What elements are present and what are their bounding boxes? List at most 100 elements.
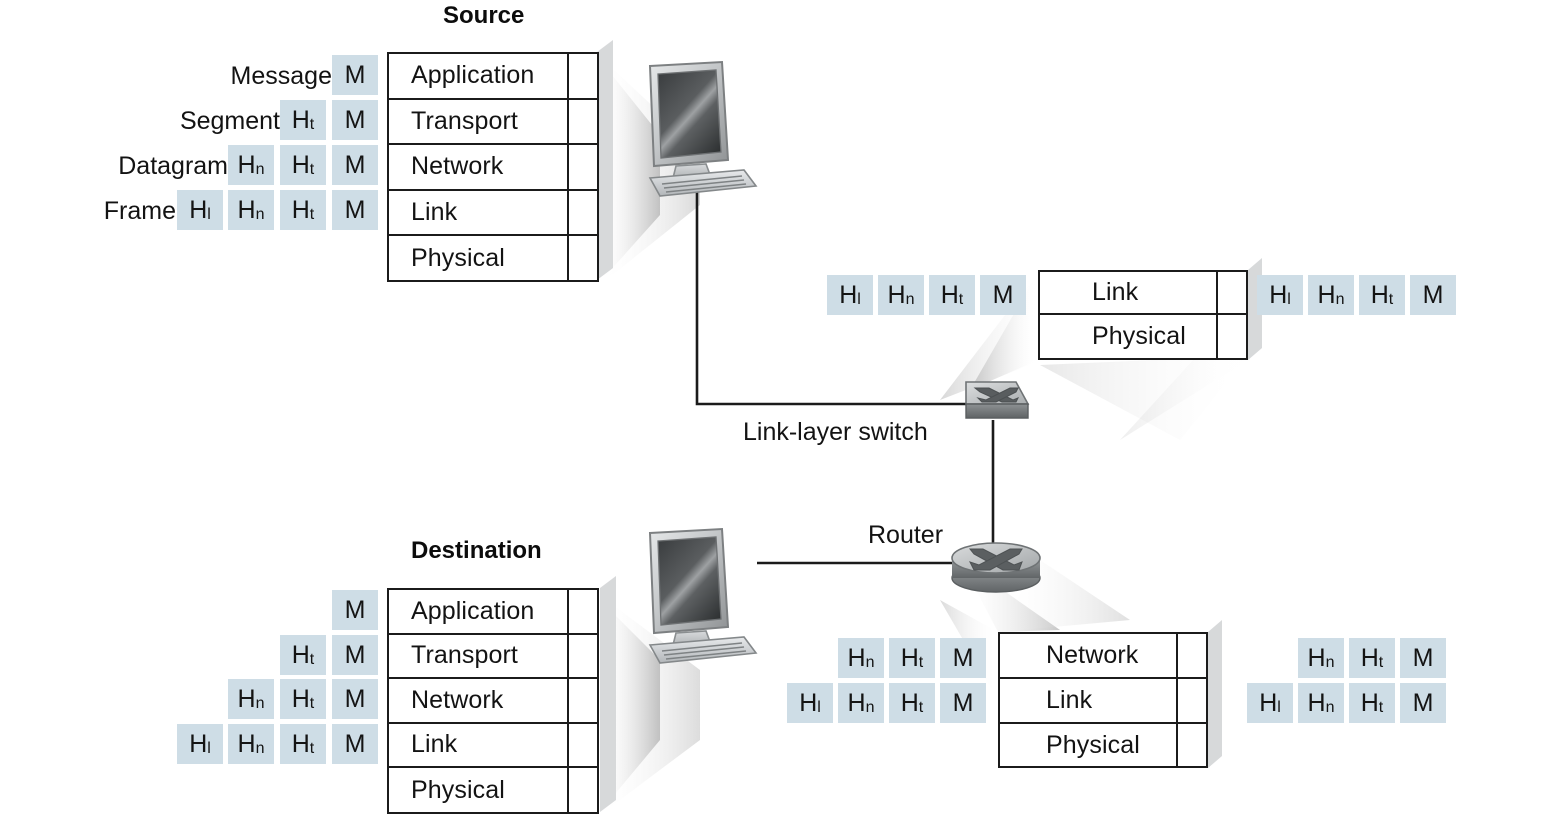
chip-subscript: t bbox=[309, 206, 315, 223]
chip-dest-frame-m: M bbox=[332, 724, 378, 764]
chip-subscript: l bbox=[1287, 291, 1291, 308]
chip-subscript: t bbox=[958, 291, 964, 308]
layer-label: Link bbox=[1092, 278, 1139, 306]
chip-datagram-ht: Ht bbox=[280, 145, 326, 185]
chip-switch-in-hn: Hn bbox=[878, 275, 924, 315]
chip-glyph: H bbox=[1269, 280, 1288, 309]
source-protocol-stack: Application Transport Network Link Physi… bbox=[387, 52, 599, 282]
chip-dest-datagram-m: M bbox=[332, 679, 378, 719]
chip-frame-hl: Hl bbox=[177, 190, 223, 230]
chip-subscript: n bbox=[255, 740, 265, 757]
chip-glyph: H bbox=[1259, 688, 1278, 717]
chip-glyph: H bbox=[291, 684, 310, 713]
pdu-name-segment: Segment bbox=[179, 107, 280, 135]
destination-stack-title: Destination bbox=[411, 537, 542, 564]
chip-dest-message-m: M bbox=[332, 590, 378, 630]
router-label: Router bbox=[868, 521, 944, 549]
chip-glyph: M bbox=[1422, 280, 1444, 309]
chip-switch-in-hl: Hl bbox=[827, 275, 873, 315]
chip-dest-segment-ht: Ht bbox=[280, 635, 326, 675]
stack-row-link[interactable]: Link bbox=[389, 191, 597, 236]
chip-dest-frame-hl: Hl bbox=[177, 724, 223, 764]
stack-row-link[interactable]: Link bbox=[1040, 272, 1246, 315]
chip-switch-in-ht: Ht bbox=[929, 275, 975, 315]
chip-glyph: M bbox=[344, 729, 366, 758]
chip-subscript: t bbox=[918, 699, 924, 716]
chip-subscript: n bbox=[255, 695, 265, 712]
chip-subscript: t bbox=[309, 695, 315, 712]
chip-segment-m: M bbox=[332, 100, 378, 140]
stack-row-physical[interactable]: Physical bbox=[1000, 724, 1206, 766]
chip-glyph: M bbox=[344, 684, 366, 713]
chip-subscript: t bbox=[918, 654, 924, 671]
chip-glyph: M bbox=[344, 595, 366, 624]
router-icon bbox=[951, 542, 1041, 593]
chip-message-m: M bbox=[332, 55, 378, 95]
chip-subscript: l bbox=[1277, 699, 1281, 716]
chip-dest-datagram-ht: Ht bbox=[280, 679, 326, 719]
chip-glyph: H bbox=[847, 643, 866, 672]
pdu-name-frame: Frame bbox=[103, 197, 176, 225]
physical-wires bbox=[695, 176, 995, 565]
chip-subscript: n bbox=[865, 699, 875, 716]
chip-router-out-fr-hn: Hn bbox=[1298, 683, 1344, 723]
chip-subscript: t bbox=[309, 651, 315, 668]
chip-glyph: H bbox=[237, 150, 256, 179]
stack-row-application[interactable]: Application bbox=[389, 54, 597, 100]
chip-glyph: H bbox=[291, 640, 310, 669]
layer-label: Network bbox=[1046, 641, 1139, 669]
layer-label: Application bbox=[411, 596, 535, 625]
chip-dest-frame-ht: Ht bbox=[280, 724, 326, 764]
chip-segment-ht: Ht bbox=[280, 100, 326, 140]
chip-router-in-fr-hl: Hl bbox=[787, 683, 833, 723]
chip-glyph: H bbox=[291, 105, 310, 134]
chip-router-in-dg-hn: Hn bbox=[838, 638, 884, 678]
layer-label: Physical bbox=[1092, 322, 1186, 350]
chip-subscript: l bbox=[207, 740, 211, 757]
destination-host-computer-icon bbox=[648, 527, 758, 664]
chip-subscript: l bbox=[817, 699, 821, 716]
stack-row-network[interactable]: Network bbox=[389, 679, 597, 724]
chip-subscript: n bbox=[255, 206, 265, 223]
chip-glyph: H bbox=[189, 195, 208, 224]
stack-row-transport[interactable]: Transport bbox=[389, 100, 597, 145]
chip-glyph: M bbox=[952, 688, 974, 717]
stack-row-physical[interactable]: Physical bbox=[389, 236, 597, 280]
source-stack-title: Source bbox=[443, 2, 525, 29]
chip-glyph: H bbox=[1360, 688, 1379, 717]
stack-row-network[interactable]: Network bbox=[389, 145, 597, 191]
chip-glyph: M bbox=[1412, 643, 1434, 672]
switch-protocol-stack: Link Physical bbox=[1038, 270, 1248, 360]
chip-subscript: l bbox=[857, 291, 861, 308]
chip-dest-datagram-hn: Hn bbox=[228, 679, 274, 719]
chip-glyph: H bbox=[1317, 280, 1336, 309]
chip-router-in-fr-m: M bbox=[940, 683, 986, 723]
chip-glyph: M bbox=[992, 280, 1014, 309]
chip-glyph: H bbox=[900, 688, 919, 717]
chip-glyph: M bbox=[344, 105, 366, 134]
stack-row-physical[interactable]: Physical bbox=[1040, 315, 1246, 358]
chip-glyph: M bbox=[344, 150, 366, 179]
chip-subscript: l bbox=[207, 206, 211, 223]
router-protocol-stack: Network Link Physical bbox=[998, 632, 1208, 768]
chip-subscript: n bbox=[905, 291, 915, 308]
stack-row-link[interactable]: Link bbox=[1000, 679, 1206, 724]
layer-label: Link bbox=[411, 730, 458, 759]
chip-glyph: M bbox=[344, 195, 366, 224]
pdu-name-datagram: Datagram bbox=[118, 152, 228, 180]
stack-row-application[interactable]: Application bbox=[389, 590, 597, 635]
stack-row-transport[interactable]: Transport bbox=[389, 635, 597, 679]
layer-label: Link bbox=[411, 197, 458, 226]
chip-switch-out-hn: Hn bbox=[1308, 275, 1354, 315]
layer-label: Application bbox=[411, 61, 535, 90]
stack-row-network[interactable]: Network bbox=[1000, 634, 1206, 679]
chip-glyph: H bbox=[799, 688, 818, 717]
chip-subscript: t bbox=[1378, 699, 1384, 716]
stack-row-link[interactable]: Link bbox=[389, 724, 597, 768]
chip-subscript: n bbox=[255, 161, 265, 178]
stack-row-physical[interactable]: Physical bbox=[389, 768, 597, 812]
chip-router-out-dg-m: M bbox=[1400, 638, 1446, 678]
chip-frame-m: M bbox=[332, 190, 378, 230]
chip-switch-out-hl: Hl bbox=[1257, 275, 1303, 315]
layer-label: Physical bbox=[1046, 730, 1140, 759]
